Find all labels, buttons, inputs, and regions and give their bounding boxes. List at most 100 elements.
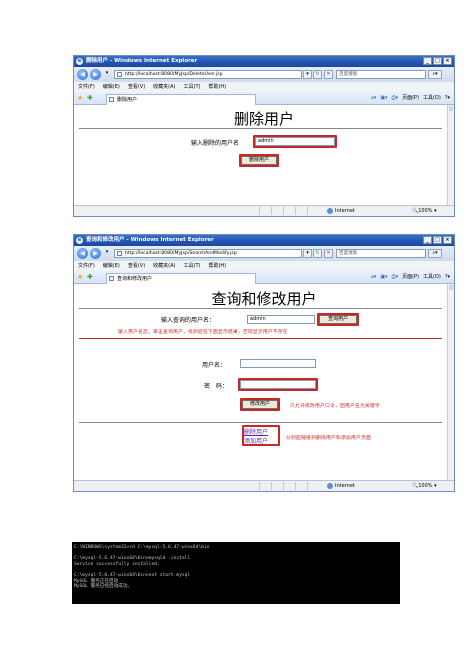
stop-icon[interactable]: ✕ [324,249,333,258]
search-input[interactable]: 百度搜索 [336,249,426,258]
address-dropdown-icon[interactable]: ▾ [303,70,312,79]
forward-icon[interactable]: ▶ [90,69,101,80]
page-icon [109,276,114,281]
menu-tools[interactable]: 工具(T) [184,261,201,271]
menu-file[interactable]: 文件(F) [78,261,95,271]
ie-logo-icon: e [76,237,83,244]
divider [79,422,442,423]
zoom-level[interactable]: 🔍100% ▾ [412,206,437,216]
home-icon[interactable]: ⌂▾ [371,94,377,103]
search-icon[interactable]: ⌕▾ [428,70,442,79]
feeds-icon[interactable]: ▣▾ [380,273,387,282]
highlight-box [240,398,280,411]
query-username-input[interactable]: admin [247,315,315,324]
page-content: 查询和修改用户 输入查询的用户名： admin 查询用户 输入用户名后，单击查询… [74,284,454,481]
ie-logo-icon: e [76,58,83,65]
address-bar-row: ◀ ▶ ▾ http://localhost:8080/MyJsp/Delete… [74,67,454,82]
username-label: 用户名： [202,362,227,369]
home-icon[interactable]: ⌂▾ [371,273,377,282]
search-icon[interactable]: ⌕▾ [428,249,442,258]
back-icon[interactable]: ◀ [77,248,88,259]
title-bar: e 查询和修改用户 - Windows Internet Explorer _ … [74,235,454,246]
add-favorite-icon[interactable]: ✚ [87,94,93,102]
divider [79,128,442,129]
username-input[interactable] [240,359,316,368]
window-title: 删除用户 - Windows Internet Explorer [86,58,198,64]
vertical-scrollbar[interactable] [447,105,454,206]
history-dropdown-icon[interactable]: ▾ [103,249,111,258]
print-icon[interactable]: ⎙▾ [392,94,399,103]
back-icon[interactable]: ◀ [77,69,88,80]
menu-file[interactable]: 文件(F) [78,82,95,92]
page-icon [109,97,114,102]
maximize-button[interactable]: □ [433,57,442,65]
favorites-star-icon[interactable]: ★ [77,273,83,281]
refresh-icon[interactable]: ↻ [313,249,322,258]
modify-annotation: 只允许修改用户口令，因用户名为关键字 [290,404,380,409]
status-bar: Internet 🔍100% ▾ [74,480,454,491]
help-icon[interactable]: ?▾ [445,273,450,282]
menu-help[interactable]: 帮助(H) [208,82,226,92]
highlight-box [242,425,280,446]
minimize-button[interactable]: _ [423,236,432,244]
close-button[interactable]: × [443,236,452,244]
history-dropdown-icon[interactable]: ▾ [103,70,111,79]
page-menu[interactable]: 页面(P) [402,94,419,103]
tab-delete-user[interactable]: 删除用户 [106,94,256,105]
query-annotation: 输入用户名后，单击查询用户，找到后在下面显示结果，否则显示用户不存在 [118,330,288,335]
menu-bar: 文件(F) 编辑(E) 查看(V) 收藏夹(A) 工具(T) 帮助(H) [74,261,454,271]
menu-help[interactable]: 帮助(H) [208,261,226,271]
menu-view[interactable]: 查看(V) [128,261,145,271]
globe-icon [327,482,333,489]
close-button[interactable]: × [443,57,452,65]
page-title: 删除用户 [233,110,294,128]
help-icon[interactable]: ?▾ [445,94,450,103]
menu-edit[interactable]: 编辑(E) [103,82,120,92]
command-prompt-window[interactable]: C:\WINDOWS\system32>cd C:\mysql-5.6.47-w… [72,542,400,604]
print-icon[interactable]: ⎙▾ [392,273,399,282]
vertical-scrollbar[interactable] [447,284,454,481]
menu-bar: 文件(F) 编辑(E) 查看(V) 收藏夹(A) 工具(T) 帮助(H) [74,82,454,92]
page-title: 查询和修改用户 [211,290,317,308]
query-username-label: 输入查询的用户名： [161,317,216,324]
address-input[interactable]: http://localhost:8080/MyJsp/SearchAndMod… [114,249,302,258]
address-dropdown-icon[interactable]: ▾ [303,249,312,258]
menu-tools[interactable]: 工具(T) [184,82,201,92]
password-label: 密 码： [204,383,229,390]
annotation-divider [79,338,442,339]
stop-icon[interactable]: ✕ [324,70,333,79]
tools-menu[interactable]: 工具(O) [423,273,441,282]
highlight-box [317,313,359,326]
page-icon [117,72,122,77]
tab-search-modify[interactable]: 查询和修改用户 [106,273,256,284]
forward-icon[interactable]: ▶ [90,248,101,259]
page-icon [117,251,122,256]
favorites-bar: ★ ✚ 删除用户 ⌂▾ ▣▾ ⎙▾ 页面(P) 工具(O) ?▾ [74,92,454,105]
page-content: 删除用户 输入删除的用户名 admin 删除用户 [74,105,454,206]
address-bar-row: ◀ ▶ ▾ http://localhost:8080/MyJsp/Search… [74,246,454,261]
menu-view[interactable]: 查看(V) [128,82,145,92]
window-title: 查询和修改用户 - Windows Internet Explorer [86,237,214,243]
menu-favorites[interactable]: 收藏夹(A) [153,82,175,92]
refresh-icon[interactable]: ↻ [313,70,322,79]
security-zone: Internet [327,206,355,216]
console-line: MySQL 服务已经启动成功。 [74,584,132,590]
ie-window-search-modify: e 查询和修改用户 - Windows Internet Explorer _ … [73,234,455,492]
maximize-button[interactable]: □ [433,236,442,244]
tools-menu[interactable]: 工具(O) [423,94,441,103]
menu-favorites[interactable]: 收藏夹(A) [153,261,175,271]
minimize-button[interactable]: _ [423,57,432,65]
favorites-star-icon[interactable]: ★ [77,94,83,102]
address-input[interactable]: http://localhost:8080/MyJsp/DeleteUser.j… [114,70,302,79]
delete-username-label: 输入删除的用户名 [191,140,240,147]
divider [79,308,442,309]
search-input[interactable]: 百度搜索 [336,70,426,79]
menu-edit[interactable]: 编辑(E) [103,261,120,271]
add-favorite-icon[interactable]: ✚ [87,273,93,281]
page-menu[interactable]: 页面(P) [402,273,419,282]
security-zone: Internet [327,481,355,491]
command-bar: ⌂▾ ▣▾ ⎙▾ 页面(P) 工具(O) ?▾ [371,273,450,282]
zoom-level[interactable]: 🔍100% ▾ [412,481,437,491]
feeds-icon[interactable]: ▣▾ [380,94,387,103]
title-bar: e 删除用户 - Windows Internet Explorer _ □ × [74,56,454,67]
